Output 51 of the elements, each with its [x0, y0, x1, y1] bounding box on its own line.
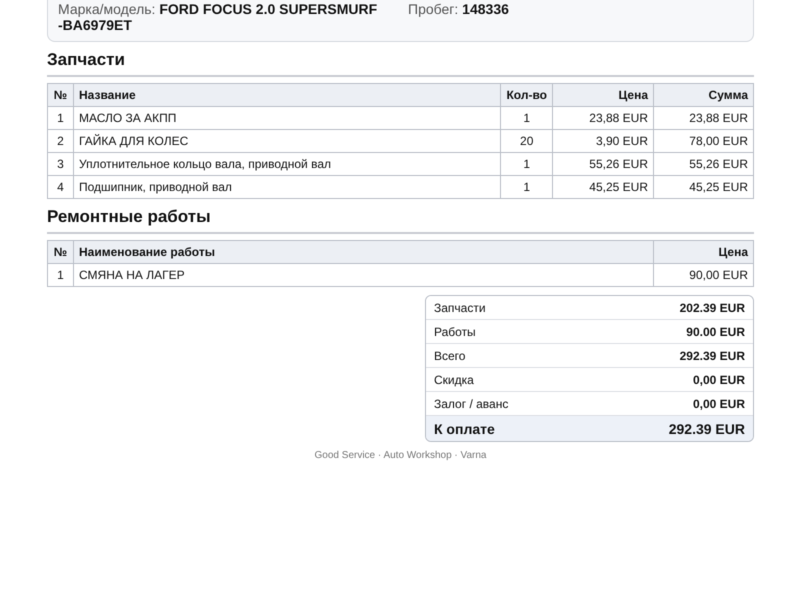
total-label: Залог / аванс	[434, 396, 508, 410]
table-cell: 45,25 EUR	[654, 176, 754, 198]
table-cell: Уплотнительное кольцо вала, приводной вал	[74, 152, 501, 176]
table-cell: 1	[500, 106, 552, 130]
mileage-label: Пробег:	[408, 1, 458, 17]
column-header: Название	[74, 84, 501, 106]
column-header: Сумма	[654, 84, 754, 106]
table-cell: 20	[500, 130, 552, 152]
table-cell: 1	[500, 152, 552, 176]
total-value: 0,00 EUR	[692, 396, 745, 410]
table-cell: МАСЛО ЗА АКПП	[74, 106, 501, 130]
table-cell: 45,25 EUR	[552, 176, 654, 198]
model-label: Марка/модель:	[58, 1, 156, 17]
table-cell: 78,00 EUR	[654, 130, 754, 152]
section-heading: Ремонтные работы	[47, 207, 754, 234]
total-label: Всего	[434, 348, 466, 362]
table-cell: СМЯНА НА ЛАГЕР	[74, 264, 654, 286]
table-cell: 3	[48, 152, 74, 176]
total-value: 292.39 EUR	[680, 348, 745, 362]
table-cell: Подшипник, приводной вал	[74, 176, 501, 198]
table-cell: 1	[48, 106, 74, 130]
total-value: 202.39 EUR	[680, 300, 745, 314]
column-header: Цена	[654, 240, 754, 264]
total-value: 0,00 EUR	[692, 372, 745, 386]
table-cell: 90,00 EUR	[654, 264, 754, 286]
column-header: Кол-во	[500, 84, 552, 106]
model-value: FORD FOCUS 2.0 SUPERSMURF	[159, 1, 378, 17]
footer-text: Good Service · Auto Workshop · Varna	[314, 450, 488, 461]
total-label: Запчасти	[434, 300, 486, 314]
table-cell: 1	[500, 176, 552, 198]
column-header: №	[48, 84, 74, 106]
table-cell: 23,88 EUR	[552, 106, 654, 130]
table-cell: ГАЙКА ДЛЯ КОЛЕС	[74, 130, 501, 152]
column-header: Наименование работы	[74, 240, 654, 264]
total-label: Работы	[434, 324, 476, 338]
table-cell: 55,26 EUR	[654, 152, 754, 176]
table-cell: 2	[48, 130, 74, 152]
table-cell: 23,88 EUR	[654, 106, 754, 130]
total-value: 90.00 EUR	[686, 324, 745, 338]
column-header: Цена	[552, 84, 654, 106]
section-heading: Запчасти	[47, 50, 754, 77]
total-label: Скидка	[434, 372, 474, 386]
total-label: К оплате	[434, 420, 495, 436]
table-cell: 55,26 EUR	[552, 152, 654, 176]
plate-number: -BA6979ET	[58, 17, 132, 33]
table-cell: 3,90 EUR	[552, 130, 654, 152]
table-cell: 4	[48, 176, 74, 198]
total-value: 292.39 EUR	[668, 420, 745, 436]
table-cell: 1	[48, 264, 74, 286]
column-header: №	[48, 240, 74, 264]
mileage-value: 148336	[462, 1, 509, 17]
